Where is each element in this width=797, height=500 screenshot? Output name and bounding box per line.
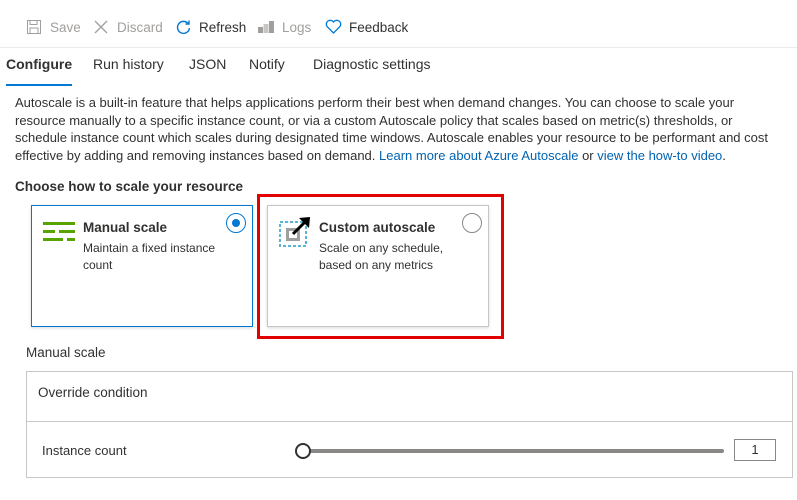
manual-scale-panel: Override condition Instance count 1 [26,371,793,478]
tab-diagnostic-settings[interactable]: Diagnostic settings [313,56,431,82]
manual-scale-radio[interactable] [226,213,246,233]
logs-icon [257,18,275,36]
manual-scale-title: Manual scale [83,220,168,235]
how-to-video-link[interactable]: view the how-to video [597,148,722,163]
section-title: Choose how to scale your resource [15,179,244,194]
tab-bar: Configure Run history JSON Notify Diagno… [0,52,797,86]
override-condition-label: Override condition [38,385,148,400]
manual-scale-icon [43,220,75,249]
instance-count-input[interactable]: 1 [734,439,776,461]
logs-label: Logs [282,19,312,35]
manual-scale-option[interactable]: Manual scale Maintain a fixed instance c… [31,205,253,327]
feedback-button[interactable]: Feedback [324,16,408,38]
save-icon [25,18,43,36]
feedback-label: Feedback [349,19,409,35]
custom-autoscale-highlight [257,194,504,339]
discard-label: Discard [117,19,163,35]
learn-more-link[interactable]: Learn more about Azure Autoscale [379,148,578,163]
autoscale-description: Autoscale is a built-in feature that hel… [15,94,787,164]
refresh-label: Refresh [199,19,247,35]
instance-count-label: Instance count [42,443,127,458]
instance-count-slider-track[interactable] [304,449,724,453]
tab-run-history[interactable]: Run history [93,56,164,82]
close-icon [92,18,110,36]
tab-json[interactable]: JSON [189,56,226,82]
save-label: Save [50,19,81,35]
description-or: or [578,147,598,163]
override-condition-header[interactable]: Override condition [27,372,792,422]
heart-icon [324,18,342,36]
logs-button[interactable]: Logs [257,16,311,38]
manual-scale-section-label: Manual scale [26,345,106,360]
instance-count-slider-thumb[interactable] [295,443,311,459]
tab-notify[interactable]: Notify [249,56,285,82]
save-button[interactable]: Save [25,16,81,38]
refresh-icon [174,18,192,36]
tab-configure[interactable]: Configure [6,56,73,86]
description-end: . [722,147,726,163]
refresh-button[interactable]: Refresh [174,16,246,38]
manual-scale-subtitle: Maintain a fixed instance count [83,241,216,272]
discard-button[interactable]: Discard [92,16,163,38]
command-bar: Save Discard Refresh Logs Feedback [0,0,797,48]
